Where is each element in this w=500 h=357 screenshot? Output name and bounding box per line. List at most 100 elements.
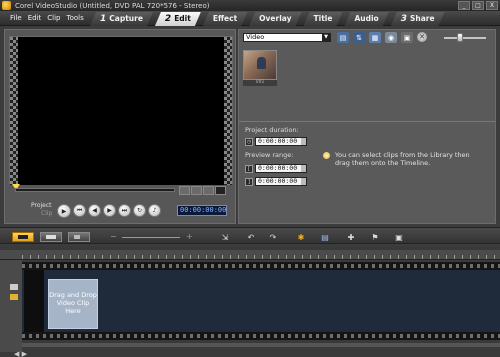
menus: File Edit Clip Tools — [10, 14, 84, 22]
spinner-icon[interactable] — [301, 178, 306, 185]
subtitle-icon[interactable]: ▣ — [392, 231, 406, 243]
menu-clip[interactable]: Clip — [47, 14, 60, 22]
library-manager-icon[interactable]: ▦ — [369, 32, 381, 43]
tab-label: Effect — [212, 14, 238, 23]
preview-start-field[interactable]: 0:00:00:00 — [255, 164, 307, 173]
capture-icon[interactable]: ◉ — [385, 32, 397, 43]
preview-range-label: Preview range: — [245, 151, 294, 159]
timeline-icon — [46, 235, 56, 239]
project-duration-value: 0:00:00:00 — [258, 137, 298, 145]
project-duration-row: ◷ 0:00:00:00 — [245, 137, 307, 146]
tab-label: Capture — [109, 14, 143, 23]
tab-audio[interactable]: Audio — [344, 12, 388, 26]
tab-label: Edit — [174, 14, 191, 23]
video-track[interactable]: Drag and Drop Video Clip Here — [22, 262, 500, 340]
menu-tools[interactable]: Tools — [67, 14, 84, 22]
tab-label: Title — [313, 14, 333, 23]
clip-thumbnail[interactable] — [243, 50, 277, 80]
fit-project-icon[interactable]: ⇲ — [218, 231, 232, 243]
storyboard-view-button[interactable] — [12, 232, 34, 242]
sort-icon[interactable]: ⇅ — [353, 32, 365, 43]
track-manager-icon[interactable]: ✚ — [344, 231, 358, 243]
timeline-zoom-slider[interactable] — [122, 237, 180, 238]
library-toolbar: ▤ ⇅ ▦ ◉ ▣ ✕ — [337, 32, 427, 43]
smart-proxy-icon[interactable]: ✱ — [294, 231, 308, 243]
batch-convert-icon[interactable]: ▤ — [318, 231, 332, 243]
project-mode-label[interactable]: Project — [31, 202, 52, 209]
checker-border-left — [10, 37, 18, 185]
ruler-ticks — [22, 255, 498, 259]
folder-icon[interactable]: ▤ — [337, 32, 349, 43]
menu-file[interactable]: File — [10, 14, 22, 22]
scrubber-bar[interactable] — [15, 188, 175, 192]
clip-mode-label[interactable]: Clip — [41, 210, 52, 217]
timeline-nav-arrows[interactable]: ◀ ▶ — [14, 350, 27, 357]
minimize-button[interactable]: _ — [458, 1, 470, 10]
chapter-point-icon[interactable]: ⚑ — [368, 231, 382, 243]
next-frame-button[interactable]: ▶ — [103, 204, 116, 217]
divider — [239, 121, 495, 122]
preview-start-row: [ 0:00:00:00 — [245, 164, 307, 173]
checker-border-right — [224, 37, 232, 185]
slider-knob[interactable] — [457, 33, 463, 42]
lightbulb-icon — [323, 152, 330, 159]
film-perforation-top — [22, 264, 500, 268]
cut-button[interactable] — [203, 186, 214, 195]
preview-screen — [18, 37, 226, 185]
preview-panel: Project Clip ▶ ⏮ ◀ ▶ ⏭ ↻ ♪ 00:00:00:00 — [4, 29, 236, 224]
end-button[interactable]: ⏭ — [118, 204, 131, 217]
tab-capture[interactable]: 1 Capture — [90, 12, 153, 26]
menu-edit[interactable]: Edit — [28, 14, 42, 22]
preview-end-value: 0:00:00:00 — [258, 177, 298, 185]
home-button[interactable]: ⏮ — [73, 204, 86, 217]
close-button[interactable]: X — [486, 1, 498, 10]
mark-in-icon: [ — [245, 164, 253, 173]
trim-controls — [179, 186, 226, 195]
clock-icon: ◷ — [245, 137, 253, 146]
tab-title[interactable]: Title — [304, 12, 343, 26]
repeat-button[interactable]: ↻ — [133, 204, 146, 217]
clip-name: V01 — [243, 80, 277, 86]
tab-label: Audio — [354, 14, 379, 23]
tab-label: Overlay — [259, 14, 292, 23]
timeline-ruler[interactable] — [0, 250, 500, 260]
preview-end-field[interactable]: 0:00:00:00 — [255, 177, 307, 186]
track-lock-icon[interactable] — [10, 294, 18, 300]
library-category-value: Video — [246, 33, 265, 41]
previous-frame-button[interactable]: ◀ — [88, 204, 101, 217]
spinner-icon[interactable] — [301, 165, 306, 172]
hint-text: You can select clips from the Library th… — [335, 151, 470, 167]
undo-icon[interactable]: ↶ — [244, 231, 258, 243]
menu-bar: File Edit Clip Tools 1 Capture 2 Edit Effe… — [0, 11, 500, 26]
tab-share[interactable]: 3 Share — [391, 12, 445, 26]
zoom-out-icon[interactable]: − — [110, 232, 117, 241]
volume-button[interactable]: ♪ — [148, 204, 161, 217]
mark-out-button[interactable] — [191, 186, 202, 195]
redo-icon[interactable]: ↷ — [266, 231, 280, 243]
timeline-scrollbar[interactable] — [22, 343, 500, 347]
project-duration-field[interactable]: 0:00:00:00 — [255, 137, 307, 146]
maximize-button[interactable]: □ — [472, 1, 484, 10]
timeline-toolbar: − + ⇲ ↶ ↷ ✱ ▤ ✚ ⚑ ▣ — [0, 227, 500, 244]
spinner-icon[interactable] — [301, 138, 306, 145]
thumbnail-view-icon[interactable]: ▣ — [401, 32, 413, 43]
library-category-select[interactable]: Video ▼ — [243, 33, 331, 42]
track-visibility-icon[interactable] — [10, 284, 18, 290]
title-bar: Corel VideoStudio (Untitled, DVD PAL 720… — [0, 0, 500, 11]
tab-overlay[interactable]: Overlay — [249, 12, 301, 26]
tab-edit[interactable]: 2 Edit — [155, 12, 201, 26]
mark-in-button[interactable] — [179, 186, 190, 195]
preview-timecode[interactable]: 00:00:00:00 — [177, 205, 227, 216]
thumbnail-size-slider[interactable] — [444, 37, 486, 39]
close-icon[interactable]: ✕ — [417, 32, 427, 42]
timeline-view-button[interactable] — [40, 232, 62, 242]
audio-view-button[interactable] — [68, 232, 90, 242]
window-title: Corel VideoStudio (Untitled, DVD PAL 720… — [15, 1, 210, 10]
play-button[interactable]: ▶ — [57, 204, 71, 218]
enlarge-button[interactable] — [215, 186, 226, 195]
mark-out-icon: ] — [245, 177, 253, 186]
drop-target[interactable]: Drag and Drop Video Clip Here — [48, 279, 98, 329]
window-controls: _ □ X — [458, 1, 498, 10]
zoom-in-icon[interactable]: + — [186, 232, 193, 241]
tab-effect[interactable]: Effect — [203, 12, 247, 26]
